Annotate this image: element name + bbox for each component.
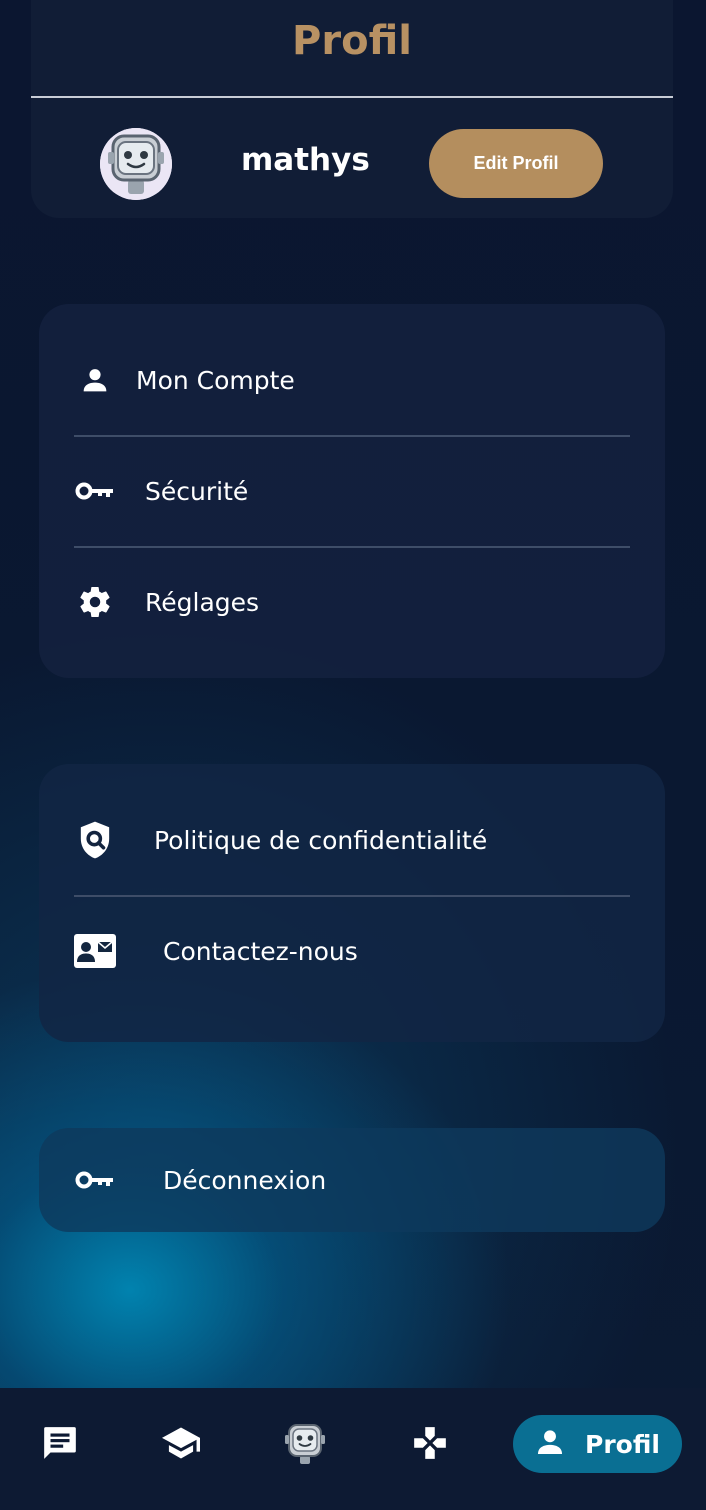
key-icon <box>74 470 116 512</box>
account-settings-card: Mon Compte Sécurité Réglages <box>39 304 665 678</box>
school-icon <box>160 1424 202 1466</box>
nav-assistant[interactable] <box>275 1415 335 1475</box>
menu-item-label: Réglages <box>145 587 260 617</box>
gear-icon <box>74 581 116 623</box>
edit-profile-button[interactable]: Edit Profil <box>429 129 603 198</box>
logout-label: Déconnexion <box>163 1165 327 1195</box>
nav-learn[interactable] <box>151 1415 211 1475</box>
nav-chat[interactable] <box>30 1415 90 1475</box>
menu-item-label: Contactez-nous <box>163 936 358 966</box>
nav-profile[interactable]: Profil <box>513 1415 682 1473</box>
person-icon <box>74 359 116 401</box>
menu-item-label: Mon Compte <box>136 365 295 395</box>
menu-item-securite[interactable]: Sécurité <box>74 436 630 546</box>
page-title: Profil <box>292 18 412 64</box>
chat-icon <box>41 1424 79 1466</box>
bottom-navigation: Profil <box>0 1388 706 1510</box>
menu-item-reglages[interactable]: Réglages <box>74 547 630 657</box>
contact-card-icon <box>74 930 116 972</box>
username: mathys <box>241 142 370 178</box>
profile-header: Profil mathys Edit Profil <box>31 0 673 218</box>
menu-item-privacy-policy[interactable]: Politique de confidentialité <box>74 785 630 895</box>
robot-icon <box>280 1420 330 1470</box>
person-icon <box>533 1425 567 1463</box>
avatar[interactable] <box>100 128 172 200</box>
menu-item-label: Politique de confidentialité <box>154 825 488 855</box>
header-divider <box>31 96 673 98</box>
info-card: Politique de confidentialité Contactez-n… <box>39 764 665 1042</box>
key-icon <box>74 1159 116 1201</box>
nav-profile-label: Profil <box>585 1429 660 1459</box>
menu-item-label: Sécurité <box>145 476 249 506</box>
logout-button[interactable]: Déconnexion <box>74 1125 630 1235</box>
logout-card: Déconnexion <box>39 1128 665 1232</box>
menu-item-mon-compte[interactable]: Mon Compte <box>74 325 630 435</box>
privacy-shield-icon <box>74 819 116 861</box>
nav-games[interactable] <box>400 1415 460 1475</box>
gamepad-icon <box>411 1424 449 1466</box>
menu-item-contact[interactable]: Contactez-nous <box>74 896 630 1006</box>
